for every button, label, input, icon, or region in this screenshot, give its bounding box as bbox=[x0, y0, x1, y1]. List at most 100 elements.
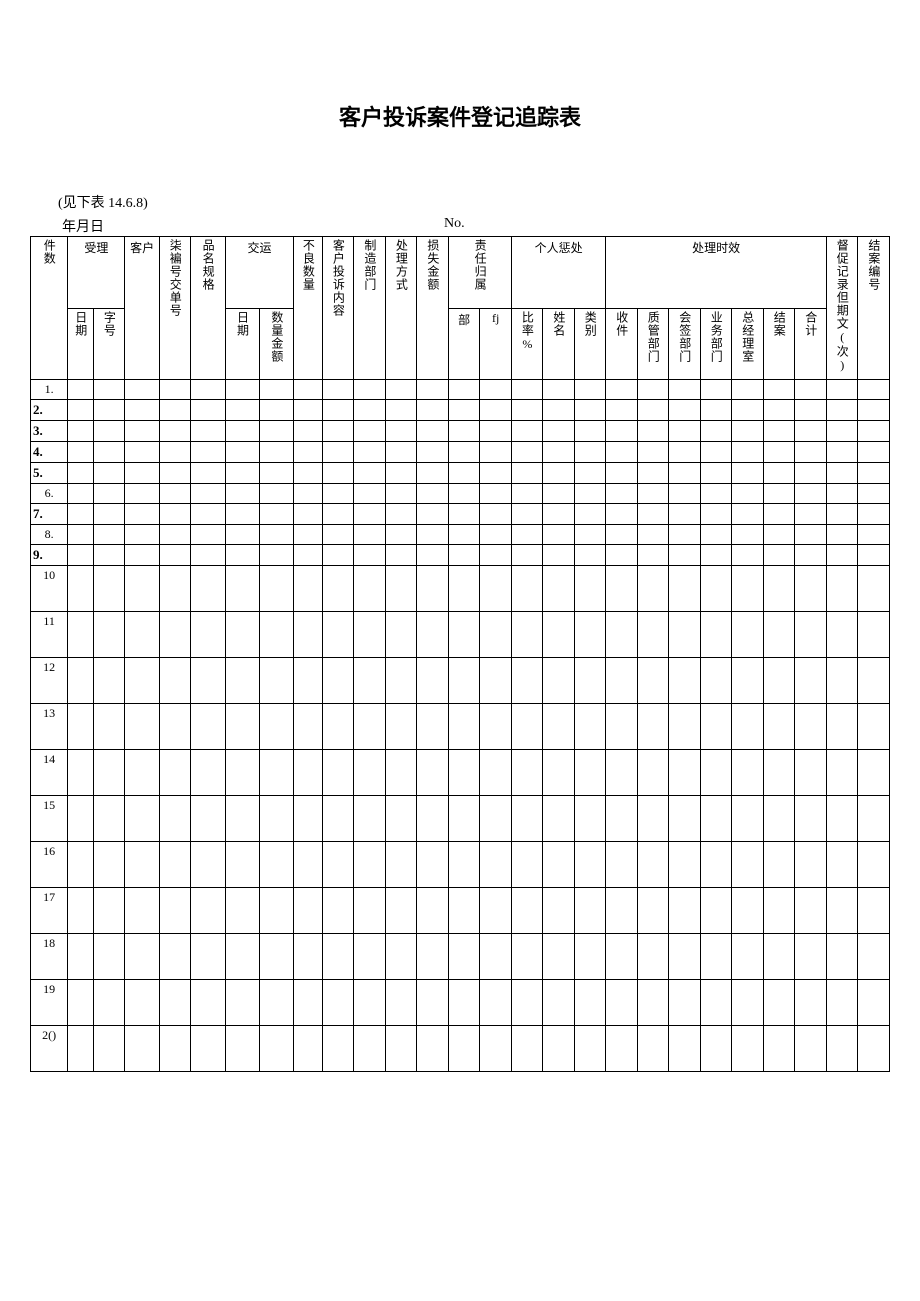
data-cell bbox=[322, 504, 353, 525]
data-cell bbox=[763, 442, 794, 463]
data-cell bbox=[159, 380, 190, 400]
data-cell bbox=[225, 421, 259, 442]
data-cell bbox=[795, 380, 827, 400]
data-cell bbox=[858, 504, 890, 525]
header-method: 处理方式 bbox=[385, 237, 416, 380]
data-cell bbox=[417, 980, 448, 1026]
data-cell bbox=[574, 380, 606, 400]
data-cell bbox=[795, 934, 827, 980]
data-cell bbox=[480, 504, 512, 525]
data-cell bbox=[826, 704, 857, 750]
data-cell bbox=[858, 442, 890, 463]
data-cell bbox=[669, 380, 700, 400]
data-cell bbox=[669, 934, 700, 980]
data-cell bbox=[511, 796, 542, 842]
data-cell bbox=[68, 796, 94, 842]
data-cell bbox=[93, 658, 125, 704]
data-cell bbox=[732, 380, 763, 400]
data-cell bbox=[159, 704, 190, 750]
data-cell bbox=[417, 612, 448, 658]
data-cell bbox=[606, 704, 637, 750]
data-cell bbox=[417, 566, 448, 612]
data-cell bbox=[543, 658, 574, 704]
data-cell bbox=[511, 421, 542, 442]
data-cell bbox=[259, 934, 293, 980]
data-cell bbox=[543, 612, 574, 658]
data-cell bbox=[417, 545, 448, 566]
header-timing-qc: 质管部门 bbox=[637, 308, 668, 380]
row-number-cell: 17 bbox=[31, 888, 68, 934]
data-cell bbox=[191, 566, 225, 612]
data-cell bbox=[125, 796, 159, 842]
data-cell bbox=[322, 658, 353, 704]
data-cell bbox=[259, 442, 293, 463]
data-cell bbox=[574, 934, 606, 980]
row-number-cell: 11 bbox=[31, 612, 68, 658]
table-header: 件数 受理 客户 柒褊号交单号 品名规格 交运 不良数量 客户投诉内容 制造部门… bbox=[31, 237, 890, 380]
data-cell bbox=[795, 980, 827, 1026]
data-cell bbox=[858, 1026, 890, 1072]
header-responsibility: 责任归属 bbox=[448, 237, 511, 309]
data-cell bbox=[669, 442, 700, 463]
data-cell bbox=[669, 484, 700, 504]
data-cell bbox=[637, 980, 668, 1026]
data-cell bbox=[637, 612, 668, 658]
data-cell bbox=[125, 842, 159, 888]
table-row: 19 bbox=[31, 980, 890, 1026]
table-row: 16 bbox=[31, 842, 890, 888]
data-cell bbox=[826, 442, 857, 463]
data-cell bbox=[322, 421, 353, 442]
data-cell bbox=[574, 421, 606, 442]
data-cell bbox=[732, 1026, 763, 1072]
header-timing-gm: 总经理室 bbox=[732, 308, 763, 380]
data-cell bbox=[448, 463, 479, 484]
data-cell bbox=[322, 934, 353, 980]
data-cell bbox=[606, 842, 637, 888]
data-cell bbox=[511, 463, 542, 484]
data-cell bbox=[417, 400, 448, 421]
number-label: No. bbox=[444, 216, 465, 236]
data-cell bbox=[354, 612, 385, 658]
row-number-cell: 15 bbox=[31, 796, 68, 842]
data-cell bbox=[93, 750, 125, 796]
data-cell bbox=[574, 704, 606, 750]
row-number-cell: 7. bbox=[31, 504, 68, 525]
data-cell bbox=[795, 888, 827, 934]
data-cell bbox=[385, 1026, 416, 1072]
header-timing-receive: 收件 bbox=[606, 308, 637, 380]
data-cell bbox=[93, 566, 125, 612]
data-cell bbox=[125, 704, 159, 750]
data-cell bbox=[191, 525, 225, 545]
data-cell bbox=[417, 1026, 448, 1072]
data-cell bbox=[125, 380, 159, 400]
data-cell bbox=[700, 934, 731, 980]
data-cell bbox=[543, 380, 574, 400]
table-body: 1.2.3.4.5.6.7.8.9.101112131415161718192(… bbox=[31, 380, 890, 1072]
data-cell bbox=[354, 888, 385, 934]
data-cell bbox=[225, 484, 259, 504]
data-cell bbox=[159, 525, 190, 545]
data-cell bbox=[417, 525, 448, 545]
header-timing-biz: 业务部门 bbox=[700, 308, 731, 380]
data-cell bbox=[225, 504, 259, 525]
data-cell bbox=[826, 658, 857, 704]
data-cell bbox=[480, 484, 512, 504]
data-cell bbox=[543, 1026, 574, 1072]
data-cell bbox=[448, 612, 479, 658]
header-timing: 处理时效 bbox=[606, 237, 826, 309]
data-cell bbox=[448, 796, 479, 842]
data-cell bbox=[858, 612, 890, 658]
data-cell bbox=[606, 796, 637, 842]
data-cell bbox=[385, 796, 416, 842]
data-cell bbox=[294, 980, 323, 1026]
data-cell bbox=[732, 888, 763, 934]
data-cell bbox=[858, 796, 890, 842]
header-urge: 督促记录但期文(次) bbox=[826, 237, 857, 380]
data-cell bbox=[637, 545, 668, 566]
row-number-cell: 5. bbox=[31, 463, 68, 484]
data-cell bbox=[125, 421, 159, 442]
data-cell bbox=[574, 545, 606, 566]
data-cell bbox=[93, 525, 125, 545]
row-number-cell: 4. bbox=[31, 442, 68, 463]
data-cell bbox=[858, 421, 890, 442]
